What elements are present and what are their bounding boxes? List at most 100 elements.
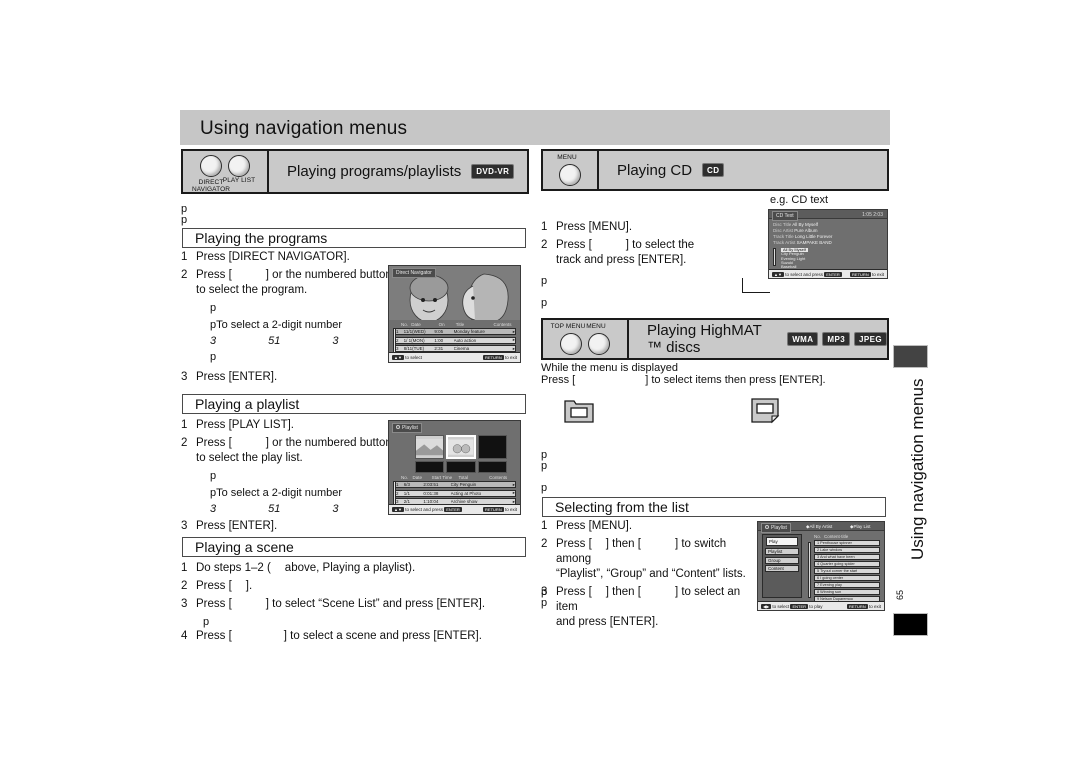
step-item: 4 Press [] to select a scene and press [… <box>181 629 511 644</box>
dn-cell-contents: ▸ <box>512 328 515 334</box>
hm-side-tab-group[interactable]: Group <box>765 556 799 564</box>
step-item: 2 Press [] or the numbered buttons to se… <box>181 436 401 466</box>
hm-row[interactable]: 7 Evening play <box>814 582 880 588</box>
dn-cell-title: Auto action <box>453 337 477 343</box>
hm-tab-play-list[interactable]: ◆Play List <box>850 524 870 530</box>
pl-cell-title: Acting at Photo <box>450 490 482 496</box>
step-number: 1 <box>181 419 188 431</box>
hm-row[interactable]: 2 Lake window <box>814 547 880 553</box>
pl-row[interactable]: 2 1/1 0:01:38 Acting at Photo ▸ <box>393 489 516 497</box>
section-title-text-programs: Playing programs/playlists <box>287 163 462 180</box>
section-title-highmat: Playing HighMAT ™ discs WMA MP3 JPEG <box>629 320 887 358</box>
hm-row[interactable]: 8 Winning sun <box>814 589 880 595</box>
pl-cell-date: 6/3 <box>403 482 411 487</box>
hm-footer-left: ◀▶ to select ENTER to play <box>761 603 823 609</box>
bullet-note-2: p <box>210 351 217 363</box>
step-text-a: Press [ <box>196 269 232 281</box>
pl-thumb[interactable] <box>477 435 507 460</box>
hm-row-text: 6 I going center <box>817 575 844 580</box>
dn-cell-no: 1 <box>396 329 399 334</box>
menu-button-icon[interactable] <box>559 164 581 186</box>
step-number: 2 <box>541 538 548 550</box>
media-badges-cd: CD <box>702 162 725 178</box>
leader-line-vertical <box>742 278 743 293</box>
subheading-playing-a-scene: Playing a scene <box>182 537 526 557</box>
hm-row[interactable]: 5 Tryout corner the start <box>814 568 880 574</box>
cdtext-scrollbar[interactable] <box>773 248 776 266</box>
pl-thumb-faces-icon <box>448 439 474 455</box>
pl-footer-left-text: to select and press <box>405 507 443 512</box>
step-text-b: ] then [ <box>605 586 641 598</box>
hm-row[interactable]: 6 I going center <box>814 575 880 581</box>
bullet-programs-2: p <box>181 214 188 226</box>
cdtext-footer-bar: ▲▼ to select and press ENTER RETURN to e… <box>769 269 887 278</box>
hm-row[interactable]: 3 And what have been <box>814 554 880 560</box>
pl-cell-date: 1/1 <box>403 490 411 496</box>
pl-thumb[interactable] <box>477 461 507 473</box>
cdtext-footer-right-text: to exit <box>871 271 884 277</box>
highmat-press-b: ] to select items then press [ENTER]. <box>645 374 826 386</box>
pl-col-total: Total <box>458 475 468 480</box>
dn-cell-contents: ▸ <box>512 337 515 342</box>
dn-row[interactable]: 3 8/11(TUE) 2:31 Cinema ▸ <box>393 345 516 352</box>
highmat-menu-button-icon[interactable] <box>588 333 610 355</box>
step-item: 1 Press [MENU]. <box>541 220 751 235</box>
hm-row-text: 3 And what have been <box>817 554 855 559</box>
section-bar-programs-playlists: DIRECT NAVIGATOR PLAY LIST Playing progr… <box>181 149 529 194</box>
hm-tab-all-by-artist[interactable]: ◆All By Artist <box>806 524 832 530</box>
cdtext-track-list: All By Myself City Penguin Evening Light… <box>773 247 883 278</box>
top-menu-button-icon[interactable] <box>560 333 582 355</box>
step-item: 3 Press [ENTER]. <box>181 519 401 534</box>
pl-cell-start: 2:03:51 <box>423 482 439 487</box>
dn-col-date: Date <box>411 322 421 327</box>
dn-row[interactable]: 5 4/16(THU) 11:36 Baseball ▸ <box>393 362 516 363</box>
badge-dvd-vr: DVD-VR <box>471 164 515 179</box>
subheading-text-playing-a-scene: Playing a scene <box>195 539 294 555</box>
step-item: 1 Press [PLAY LIST]. <box>181 418 401 433</box>
badge-wma: WMA <box>787 331 819 347</box>
caption-eg-cd-text: e.g. CD text <box>770 194 829 206</box>
hm-scrollbar[interactable] <box>808 542 811 598</box>
direct-navigator-button-icon[interactable] <box>200 155 222 177</box>
hm-side-tabs: Play Playlist Group Content <box>762 534 802 598</box>
step-text-c: track and press [ENTER]. <box>556 254 687 266</box>
step-text: Press [MENU]. <box>556 221 633 233</box>
pl-footer-right: RETURN to exit <box>483 507 517 512</box>
pl-thumb-selected[interactable] <box>446 435 476 460</box>
play-list-button-icon[interactable] <box>228 155 250 177</box>
hm-row[interactable]: 1 Penthouse spinner <box>814 540 880 546</box>
pl-thumb[interactable] <box>415 461 445 473</box>
step-number: 2 <box>181 437 188 449</box>
digit-hint-c: 1 <box>274 503 281 515</box>
step-text-c: to select the play list. <box>196 452 303 464</box>
vertical-chapter-label: Using navigation menus <box>908 378 927 560</box>
pl-thumb[interactable] <box>446 461 476 473</box>
dn-cell-date: 1/ 1(MON) <box>403 337 425 343</box>
pl-footer-bar: ▲▼ to select and press ENTER RETURN to e… <box>389 504 520 514</box>
pl-row[interactable]: 1 6/3 2:03:51 City Penguin ▸ <box>393 481 516 488</box>
hm-row[interactable]: 4 Quarter going spider <box>814 561 880 567</box>
dn-row[interactable]: 1 11/1(WED) 9:05 Monday feature ▸ <box>393 328 516 335</box>
pl-screen-title-text: Playlist <box>402 425 418 431</box>
step-text-a: Press [ <box>196 437 232 449</box>
pl-footer-right-text: to exit <box>504 507 517 512</box>
step-text-a: Press [ <box>196 630 232 642</box>
section-title-programs: Playing programs/playlists DVD-VR <box>269 151 527 192</box>
hm-side-tab-play[interactable]: Play <box>766 537 798 546</box>
pl-dpad-icon: ▲▼ <box>392 507 404 512</box>
hm-side-tab-content[interactable]: Content <box>765 565 799 572</box>
hm-col-no: No. <box>814 534 822 539</box>
pl-cell-no: 1 <box>396 482 399 487</box>
step-text-d: and press [ENTER]. <box>556 616 659 628</box>
dn-footer-right: RETURN to exit <box>483 355 517 360</box>
cdtext-track[interactable]: Tuesday <box>781 277 796 278</box>
hm-side-tab-playlist[interactable]: Playlist <box>765 548 799 555</box>
step-number: 3 <box>181 598 188 610</box>
pl-thumb[interactable] <box>415 435 445 460</box>
dn-row[interactable]: 2 1/ 1(MON) 1:00 Auto action ▸ <box>393 336 516 344</box>
cdtext-info: Disc Title All By Myself Disc Artist Pur… <box>773 222 885 246</box>
subheading-playing-a-playlist: Playing a playlist <box>182 394 526 414</box>
bullet-highmat-2: p <box>541 460 548 472</box>
section-buttons-cd: MENU <box>543 151 599 189</box>
pl-cell-contents: ▸ <box>512 490 515 495</box>
